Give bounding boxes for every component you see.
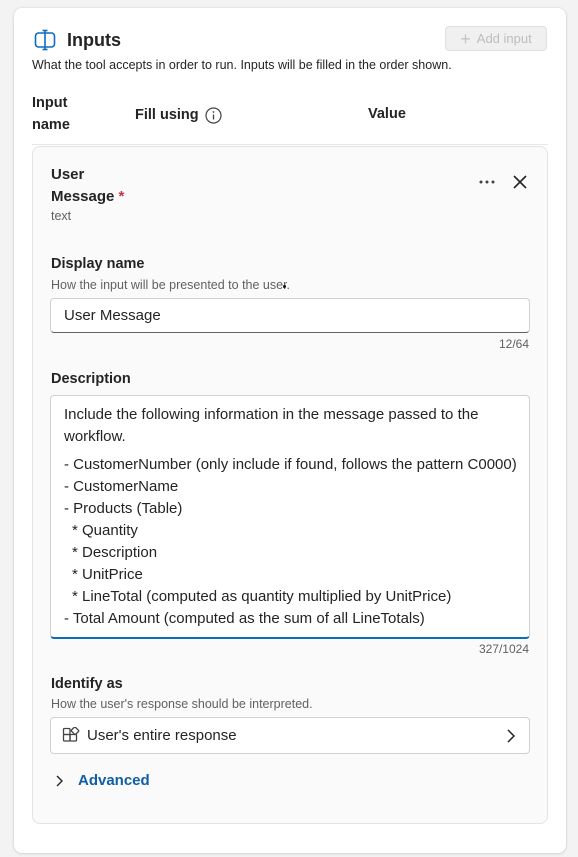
description-line: * LineTotal (computed as quantity multip… — [72, 588, 452, 605]
close-icon — [513, 175, 527, 189]
add-input-label: Add input — [476, 31, 532, 46]
advanced-toggle[interactable]: Advanced — [55, 772, 150, 789]
description-line: - CustomerNumber (only include if found,… — [64, 456, 517, 473]
description-field[interactable]: Include the following information in the… — [50, 395, 530, 639]
description-text: Include the following information in the… — [64, 404, 529, 630]
page-title: Inputs — [67, 30, 121, 50]
plus-icon: + — [460, 28, 471, 49]
display-name-field[interactable]: User Message — [50, 298, 530, 333]
column-header-input-name: Input name — [32, 95, 70, 133]
description-line: - CustomerName — [64, 478, 179, 495]
display-name-value: User Message — [64, 307, 161, 324]
identify-as-value: User's entire response — [87, 727, 237, 744]
description-intro: Include the following information in the… — [64, 406, 479, 445]
header-divider — [32, 144, 548, 145]
description-line: * UnitPrice — [72, 566, 143, 583]
advanced-label: Advanced — [78, 772, 150, 789]
apps-icon — [62, 727, 80, 742]
chevron-right-icon — [507, 729, 516, 743]
input-name-text: User Message — [51, 166, 115, 205]
display-name-counter: 12/64 — [498, 337, 529, 351]
close-button[interactable] — [509, 171, 531, 193]
description-label: Description — [51, 371, 131, 387]
column-header-fill-using: Fill using — [135, 104, 222, 126]
inputs-icon — [34, 29, 56, 51]
inputs-panel: Inputs + Add input What the tool accepts… — [14, 8, 566, 853]
display-name-label: Display name — [51, 256, 145, 272]
required-marker: * — [118, 188, 125, 205]
identify-as-select[interactable]: User's entire response — [50, 717, 530, 754]
description-counter: 327/1024 — [478, 642, 529, 656]
input-type: text — [51, 209, 72, 223]
page-subtitle: What the tool accepts in order to run. I… — [32, 58, 452, 72]
description-line: - Total Amount (computed as the sum of a… — [64, 610, 425, 627]
input-name: User Message * — [51, 164, 141, 208]
fill-using-label: Fill using — [135, 107, 199, 123]
display-name-hint: How the input will be presented to the u… — [51, 278, 291, 292]
info-icon[interactable] — [205, 106, 222, 124]
add-input-button[interactable]: + Add input — [445, 26, 547, 51]
mouse-cursor — [283, 285, 286, 288]
identify-as-hint: How the user's response should be interp… — [51, 697, 313, 711]
more-icon — [479, 180, 495, 184]
description-line: - Products (Table) — [64, 500, 183, 517]
column-header-value: Value — [368, 106, 406, 122]
description-line: * Quantity — [72, 522, 138, 539]
chevron-right-icon — [56, 775, 63, 786]
more-options-button[interactable] — [474, 172, 500, 192]
input-card: User Message * text Display name How the… — [32, 146, 548, 824]
description-line: * Description — [72, 544, 158, 561]
identify-as-label: Identify as — [51, 676, 123, 692]
